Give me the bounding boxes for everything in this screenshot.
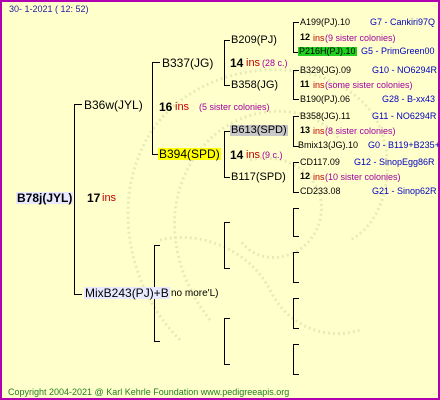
g3-queen-a[interactable]: B209(PJ) (231, 35, 277, 46)
g4-queen-6[interactable]: B190(PJ).06 (300, 95, 350, 104)
g4-code-12: G21 - Sinop62R (372, 186, 437, 196)
g4-queen-3[interactable]: P216H(PJ).10 (298, 47, 357, 56)
g2b-sister-colonies: (9 c.) (262, 150, 283, 160)
g2b-ins-label: ins (246, 149, 261, 161)
g4-sister-8: (8 sister colonies) (325, 126, 396, 136)
g2a-ins-label: ins (246, 57, 261, 69)
g4-ins-label-5: ins (313, 80, 325, 90)
root-connector (74, 104, 75, 294)
dam-queen[interactable]: MixB243(PJ)+B (84, 287, 170, 299)
sire-ins-count: 16 (159, 100, 173, 114)
root-dam-line (74, 294, 82, 295)
g2a-connector (224, 40, 225, 85)
g3-queen-b[interactable]: B358(JG) (231, 80, 278, 91)
g4-code-10: G12 - SinopEgg86R (354, 157, 435, 167)
g4-queen-1[interactable]: A199(PJ).10 (300, 18, 350, 27)
sire-sister-colonies: (5 sister colonies) (199, 102, 270, 112)
g4-sister-2: (9 sister colonies) (325, 33, 396, 43)
g3-queen-d[interactable]: B117(SPD) (231, 172, 286, 183)
sire-ins-label: ins (175, 101, 190, 113)
g4-queen-9[interactable]: Bmix13(JG).10 (298, 141, 358, 150)
sire-connector (152, 62, 153, 154)
g4-code-9: G0 - B119+B235+B (368, 140, 440, 150)
g4-ins-count-2: 12 (300, 32, 311, 42)
g4-ins-count-5: 11 (300, 79, 310, 89)
g2a-ins-count: 14 (230, 56, 244, 70)
root-ins-count: 17 (87, 191, 101, 205)
g4-queen-10[interactable]: CD117.09 (300, 158, 340, 167)
header-timestamp: 30- 1-2021 ( 12: 52) (9, 4, 89, 14)
g4-queen-7[interactable]: B358(JG).11 (300, 112, 350, 121)
root-ins-label: ins (102, 192, 117, 204)
g4-code-3: G5 - PrimGreen00 (361, 46, 435, 56)
g4-code-4: G10 - NO6294R (372, 65, 438, 75)
g4-code-1: G7 - Cankiri97Q (370, 17, 436, 27)
g4-code-7: G11 - NO6294R (372, 111, 437, 121)
g4-ins-count-8: 13 (300, 125, 311, 135)
g3-queen-c[interactable]: B613(SPD) (230, 125, 288, 136)
sire-queen[interactable]: B36w(JYL) (84, 99, 143, 111)
g4-queen-4[interactable]: B329(JG).09 (300, 66, 351, 75)
g4-ins-label-11: ins (313, 172, 325, 182)
g2b-connector (224, 131, 225, 177)
g4-sister-11: (10 sister colonies) (325, 172, 401, 182)
g4-code-6: G28 - B-xx43 (382, 94, 436, 104)
g4-ins-label-8: ins (313, 126, 325, 136)
root-sire-line (74, 104, 82, 105)
g4-queen-12[interactable]: CD233.08 (300, 187, 341, 196)
g4-sister-5: (some sister colonies) (325, 80, 413, 90)
g2a-sister-colonies: (28 c.) (262, 58, 288, 68)
g2-queen-b[interactable]: B394(SPD) (158, 148, 221, 160)
dam-note: no more'L) (171, 288, 219, 299)
g2b-ins-count: 14 (230, 148, 244, 162)
footer-copyright: Copyright 2004-2021 @ Karl Kehrle Founda… (8, 387, 290, 397)
sire-a-line (152, 62, 160, 63)
g2-queen-a[interactable]: B337(JG) (162, 57, 213, 69)
g4-ins-label-2: ins (313, 33, 325, 43)
root-queen[interactable]: B78j(JYL) (16, 192, 74, 204)
g4-ins-count-11: 12 (300, 171, 311, 181)
